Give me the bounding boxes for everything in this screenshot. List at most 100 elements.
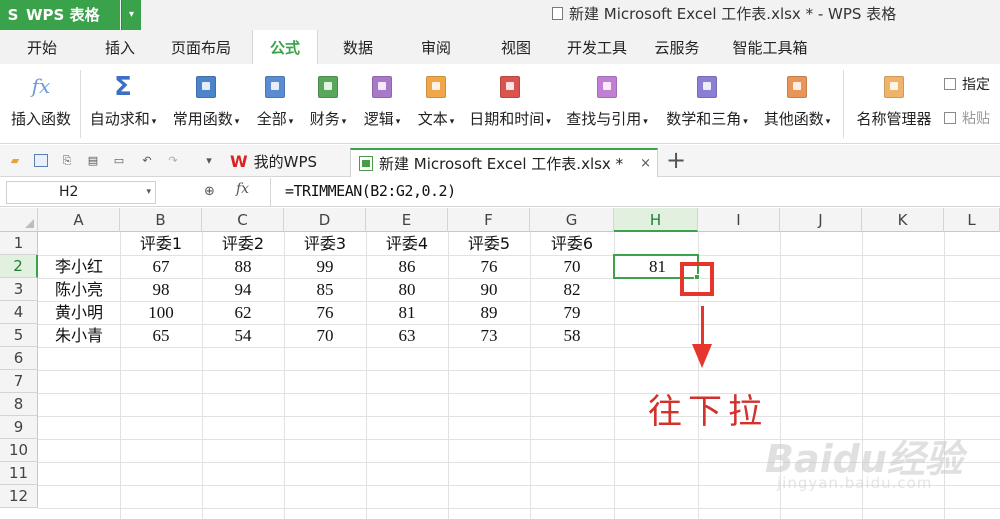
column-header-h[interactable]: H: [614, 208, 698, 232]
row-header-6[interactable]: 6: [0, 347, 38, 370]
cell-a4[interactable]: 黄小明: [38, 301, 120, 324]
column-header-i[interactable]: I: [698, 208, 780, 232]
name-box[interactable]: H2 ▾: [6, 181, 156, 204]
print-icon[interactable]: ▤: [86, 154, 100, 167]
cell-e4[interactable]: 81: [366, 301, 448, 324]
other-functions-button[interactable]: 其他函数 ▾: [758, 64, 836, 144]
cell-c5[interactable]: 54: [202, 324, 284, 347]
cell-f1[interactable]: 评委5: [448, 232, 530, 255]
cell-b2[interactable]: 67: [120, 255, 202, 278]
row-header-2[interactable]: 2: [0, 255, 38, 278]
tab-formulas[interactable]: 公式: [252, 30, 318, 65]
cell-b3[interactable]: 98: [120, 278, 202, 301]
cell-c2[interactable]: 88: [202, 255, 284, 278]
column-header-e[interactable]: E: [366, 208, 448, 232]
new-tab-icon[interactable]: +: [666, 145, 686, 176]
tab-developer[interactable]: 开发工具: [560, 30, 634, 64]
column-header-j[interactable]: J: [780, 208, 862, 232]
cell-d3[interactable]: 85: [284, 278, 366, 301]
tab-cloud[interactable]: 云服务: [646, 30, 708, 64]
cell-g3[interactable]: 82: [530, 278, 614, 301]
row-header-8[interactable]: 8: [0, 393, 38, 416]
row-header-9[interactable]: 9: [0, 416, 38, 439]
customize-dropdown-icon[interactable]: ▾: [202, 154, 216, 167]
row-header-7[interactable]: 7: [0, 370, 38, 393]
cell-b5[interactable]: 65: [120, 324, 202, 347]
zoom-icon[interactable]: ⊕: [204, 184, 215, 199]
cell-g1[interactable]: 评委6: [530, 232, 614, 255]
cell-e1[interactable]: 评委4: [366, 232, 448, 255]
cell-f4[interactable]: 89: [448, 301, 530, 324]
column-header-g[interactable]: G: [530, 208, 614, 232]
paste-names-button[interactable]: 粘贴: [944, 108, 990, 128]
cell-e2[interactable]: 86: [366, 255, 448, 278]
autosum-button[interactable]: Σ 自动求和 ▾: [84, 64, 162, 144]
export-icon[interactable]: ⎘: [60, 154, 74, 167]
column-header-l[interactable]: L: [944, 208, 1000, 232]
tab-my-wps[interactable]: W 我的WPS: [222, 148, 346, 177]
row-header-10[interactable]: 10: [0, 439, 38, 462]
cell-f2[interactable]: 76: [448, 255, 530, 278]
tab-smart-tools[interactable]: 智能工具箱: [722, 30, 818, 64]
close-tab-icon[interactable]: ×: [640, 150, 651, 178]
cell-c4[interactable]: 62: [202, 301, 284, 324]
row-header-11[interactable]: 11: [0, 462, 38, 485]
formula-input[interactable]: =TRIMMEAN(B2:G2,0.2): [285, 182, 456, 200]
app-menu-dropdown[interactable]: ▾: [121, 0, 141, 30]
cell-f3[interactable]: 90: [448, 278, 530, 301]
redo-icon[interactable]: ↷: [166, 154, 180, 167]
fx-icon[interactable]: fx: [236, 181, 249, 197]
cell-f5[interactable]: 73: [448, 324, 530, 347]
cell-g4[interactable]: 79: [530, 301, 614, 324]
cell-g2[interactable]: 70: [530, 255, 614, 278]
specify-button[interactable]: 指定: [944, 74, 990, 94]
all-functions-button[interactable]: 全部 ▾: [250, 64, 300, 144]
print-preview-icon[interactable]: ▭: [112, 154, 126, 167]
datetime-functions-button[interactable]: 日期和时间 ▾: [464, 64, 556, 144]
column-header-a[interactable]: A: [38, 208, 120, 232]
tab-page-layout[interactable]: 页面布局: [164, 30, 238, 64]
cell-c3[interactable]: 94: [202, 278, 284, 301]
tab-view[interactable]: 视图: [488, 30, 544, 64]
undo-icon[interactable]: ↶: [140, 154, 154, 167]
row-header-1[interactable]: 1: [0, 232, 38, 255]
row-header-12[interactable]: 12: [0, 485, 38, 508]
cell-d1[interactable]: 评委3: [284, 232, 366, 255]
tab-insert[interactable]: 插入: [92, 30, 148, 64]
column-header-f[interactable]: F: [448, 208, 530, 232]
tab-review[interactable]: 审阅: [408, 30, 464, 64]
cell-b1[interactable]: 评委1: [120, 232, 202, 255]
cell-g5[interactable]: 58: [530, 324, 614, 347]
cell-d2[interactable]: 99: [284, 255, 366, 278]
cell-e3[interactable]: 80: [366, 278, 448, 301]
column-header-c[interactable]: C: [202, 208, 284, 232]
name-manager-button[interactable]: 名称管理器: [852, 64, 936, 144]
tab-data[interactable]: 数据: [330, 30, 386, 64]
save-icon[interactable]: [34, 154, 48, 167]
open-folder-icon[interactable]: ▰: [8, 154, 22, 167]
common-functions-button[interactable]: 常用函数 ▾: [166, 64, 246, 144]
wps-app-button[interactable]: S WPS 表格: [0, 0, 120, 30]
cell-a5[interactable]: 朱小青: [38, 324, 120, 347]
cell-a3[interactable]: 陈小亮: [38, 278, 120, 301]
tab-current-workbook[interactable]: 新建 Microsoft Excel 工作表.xlsx * ×: [350, 148, 658, 177]
cell-c1[interactable]: 评委2: [202, 232, 284, 255]
chevron-down-icon[interactable]: ▾: [146, 182, 151, 203]
cell-b4[interactable]: 100: [120, 301, 202, 324]
math-functions-button[interactable]: 数学和三角 ▾: [660, 64, 754, 144]
select-all-corner[interactable]: [0, 208, 38, 232]
column-header-k[interactable]: K: [862, 208, 944, 232]
cell-e5[interactable]: 63: [366, 324, 448, 347]
row-header-3[interactable]: 3: [0, 278, 38, 301]
finance-functions-button[interactable]: 财务 ▾: [302, 64, 354, 144]
cell-d4[interactable]: 76: [284, 301, 366, 324]
row-header-4[interactable]: 4: [0, 301, 38, 324]
tab-home[interactable]: 开始: [14, 30, 70, 64]
cell-d5[interactable]: 70: [284, 324, 366, 347]
column-header-d[interactable]: D: [284, 208, 366, 232]
insert-function-button[interactable]: fx 插入函数: [4, 64, 78, 144]
logic-functions-button[interactable]: 逻辑 ▾: [356, 64, 408, 144]
text-functions-button[interactable]: 文本 ▾: [410, 64, 462, 144]
lookup-functions-button[interactable]: 查找与引用 ▾: [560, 64, 654, 144]
column-header-b[interactable]: B: [120, 208, 202, 232]
